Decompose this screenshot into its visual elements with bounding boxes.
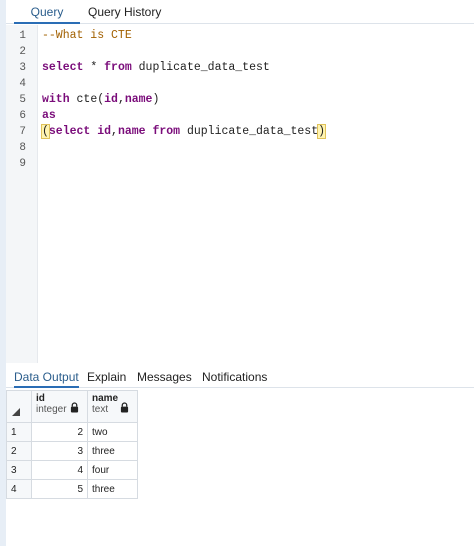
code-line: select * from duplicate_data_test bbox=[42, 61, 270, 74]
row-number[interactable]: 2 bbox=[6, 441, 32, 461]
corner-triangle-icon bbox=[12, 408, 20, 416]
column-header-name[interactable]: name text bbox=[87, 390, 138, 423]
line-number: 3 bbox=[19, 62, 26, 74]
row-number[interactable]: 4 bbox=[6, 479, 32, 499]
line-number: 1 bbox=[19, 30, 26, 42]
cell-id[interactable]: 2 bbox=[31, 422, 88, 442]
code-line: --What is CTE bbox=[42, 29, 132, 42]
cell-name[interactable]: four bbox=[87, 460, 138, 480]
cell-id[interactable]: 3 bbox=[31, 441, 88, 461]
tab-data-output[interactable]: Data Output bbox=[14, 366, 79, 388]
cell-name[interactable]: three bbox=[87, 479, 138, 499]
results-tab-bar: Data Output Explain Messages Notificatio… bbox=[6, 366, 474, 388]
line-number: 7 bbox=[19, 126, 26, 138]
code-line: (select id,name from duplicate_data_test… bbox=[41, 124, 327, 139]
tab-query-history[interactable]: Query History bbox=[88, 0, 161, 24]
line-number: 9 bbox=[19, 158, 26, 170]
line-number: 4 bbox=[19, 78, 26, 90]
tab-query-editor[interactable]: Query Editor bbox=[14, 0, 80, 43]
table-row[interactable]: 2 3 three bbox=[6, 441, 138, 461]
cell-name[interactable]: two bbox=[87, 422, 138, 442]
line-number: 2 bbox=[19, 46, 26, 58]
tab-notifications[interactable]: Notifications bbox=[202, 366, 267, 388]
code-line: with cte(id,name) bbox=[42, 93, 160, 106]
table-row[interactable]: 3 4 four bbox=[6, 460, 138, 480]
row-number[interactable]: 1 bbox=[6, 422, 32, 442]
line-number: 8 bbox=[19, 142, 26, 154]
select-all-corner[interactable] bbox=[6, 390, 32, 423]
grid-header-row: id integer name text bbox=[6, 390, 138, 423]
cell-name[interactable]: three bbox=[87, 441, 138, 461]
code-line: as bbox=[42, 109, 56, 122]
table-row[interactable]: 1 2 two bbox=[6, 422, 138, 442]
lock-icon bbox=[70, 402, 79, 413]
data-output-grid: id integer name text 1 2 two 2 3 three 3… bbox=[6, 390, 138, 499]
line-number-gutter: 1 2 3 4 5 6 7 8 9 bbox=[6, 25, 38, 363]
editor-tab-bar: Query Editor Query History bbox=[6, 0, 474, 43]
code-area[interactable]: --What is CTE select * from duplicate_da… bbox=[38, 25, 474, 363]
column-header-id[interactable]: id integer bbox=[31, 390, 88, 423]
tab-explain[interactable]: Explain bbox=[87, 366, 126, 388]
row-number[interactable]: 3 bbox=[6, 460, 32, 480]
query-editor[interactable]: 1 2 3 4 5 6 7 8 9 --What is CTE select *… bbox=[6, 25, 474, 363]
tab-messages[interactable]: Messages bbox=[137, 366, 192, 388]
line-number: 5 bbox=[19, 94, 26, 106]
cell-id[interactable]: 5 bbox=[31, 479, 88, 499]
table-row[interactable]: 4 5 three bbox=[6, 479, 138, 499]
line-number: 6 bbox=[19, 110, 26, 122]
cell-id[interactable]: 4 bbox=[31, 460, 88, 480]
lock-icon bbox=[120, 402, 129, 413]
